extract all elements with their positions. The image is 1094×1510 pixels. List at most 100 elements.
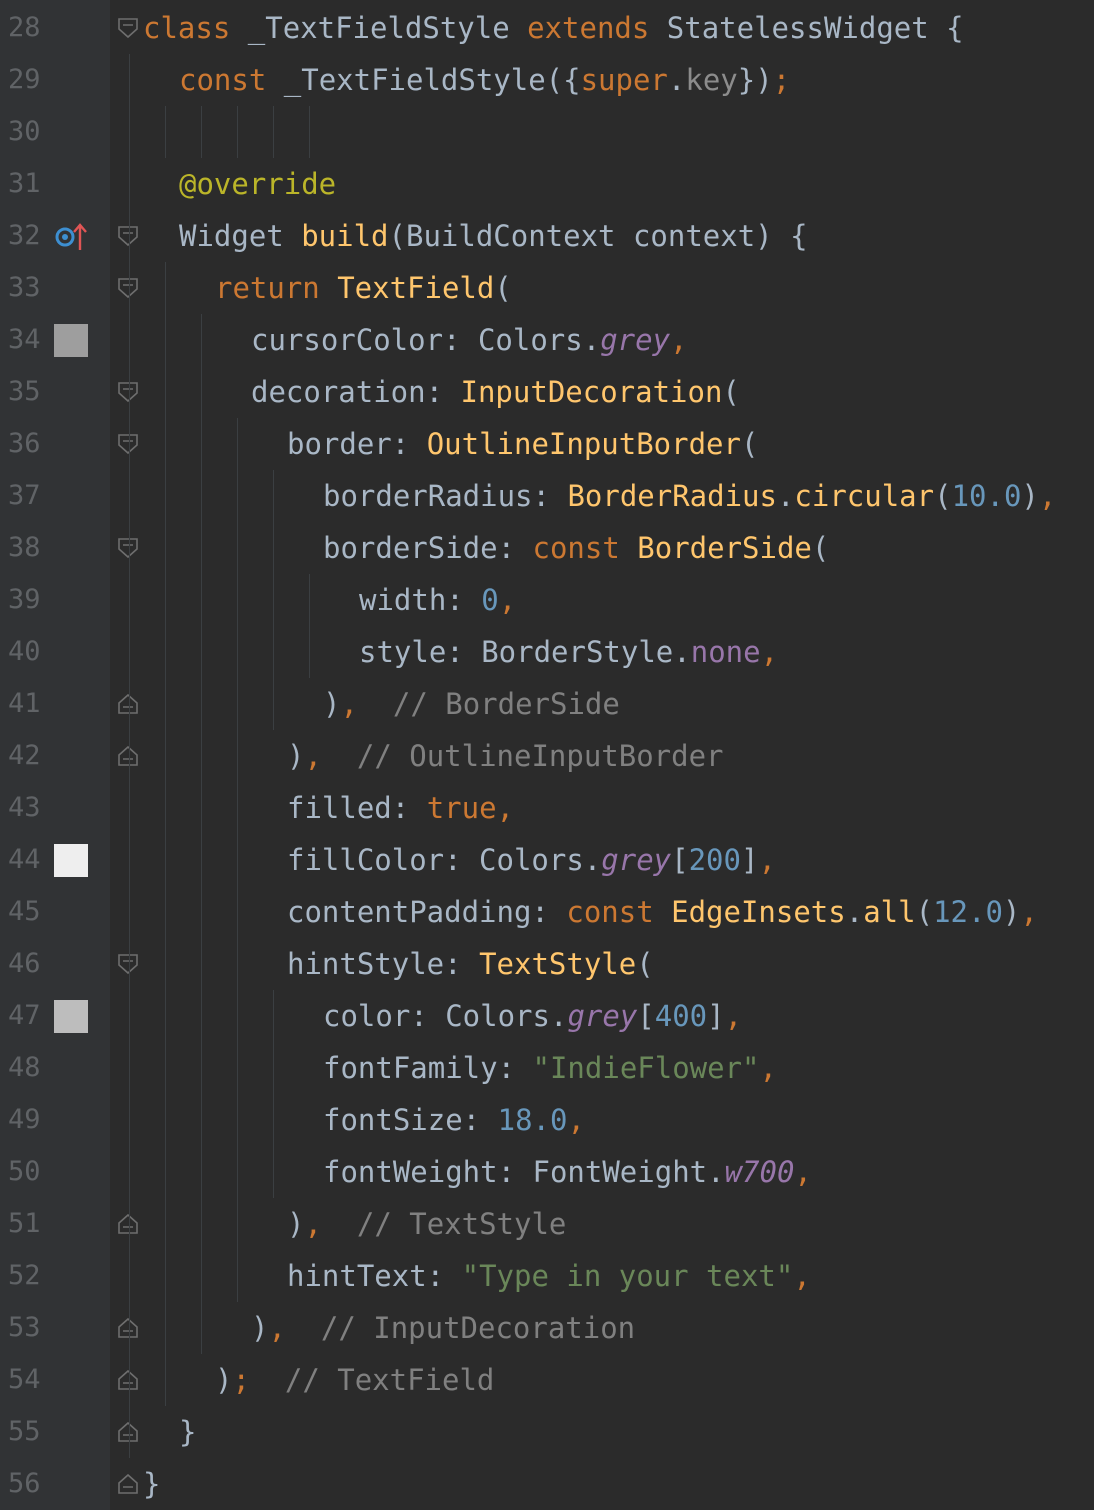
fold-collapse-icon[interactable] [117, 433, 139, 455]
fold-collapse-icon[interactable] [117, 277, 139, 299]
code-token: const [532, 531, 638, 565]
code-text[interactable]: } [179, 1406, 196, 1458]
code-text[interactable]: class _TextFieldStyle extends StatelessW… [143, 2, 964, 54]
fold-end-icon[interactable] [117, 693, 139, 715]
code-text[interactable]: width: 0, [359, 574, 516, 626]
code-token: 400 [654, 999, 708, 1033]
code-token: ) [1002, 895, 1021, 929]
code-line[interactable]: 55} [0, 1406, 1094, 1458]
code-text[interactable]: ), // TextStyle [287, 1198, 566, 1250]
code-token: ] [707, 999, 725, 1033]
code-text[interactable]: color: Colors.grey[400], [323, 990, 742, 1042]
code-editor[interactable]: 28 class _TextFieldStyle extends Stateles… [0, 0, 1094, 1510]
fold-end-icon[interactable] [117, 745, 139, 767]
code-text[interactable]: ); // TextField [215, 1354, 494, 1406]
code-token: . [845, 895, 864, 929]
code-text[interactable]: decoration: InputDecoration( [251, 366, 740, 418]
line-number: 50 [8, 1156, 41, 1187]
code-text[interactable]: contentPadding: const EdgeInsets.all(12.… [287, 886, 1038, 938]
code-token: contentPadding: [287, 895, 567, 929]
code-token: class [143, 11, 231, 45]
code-line[interactable]: 29 const _TextFieldStyle({super.key}); [0, 54, 1094, 106]
code-text[interactable]: ), // InputDecoration [251, 1302, 635, 1354]
code-text[interactable]: return TextField( [215, 262, 512, 314]
line-number: 55 [8, 1416, 41, 1447]
code-text[interactable]: ), // BorderSide [323, 678, 620, 730]
code-text[interactable]: fontWeight: FontWeight.w700, [323, 1146, 812, 1198]
fold-collapse-icon[interactable] [117, 17, 139, 39]
fold-collapse-icon[interactable] [117, 537, 139, 559]
code-token: ; [772, 63, 791, 97]
code-text[interactable]: hintStyle: TextStyle( [287, 938, 654, 990]
code-line[interactable]: 28 class _TextFieldStyle extends Stateles… [0, 2, 1094, 54]
indent-guide [129, 54, 130, 1458]
code-text[interactable]: cursorColor: Colors.grey, [251, 314, 688, 366]
fold-collapse-icon[interactable] [117, 225, 139, 247]
code-text[interactable]: fontSize: 18.0, [323, 1094, 585, 1146]
color-swatch-icon[interactable] [54, 1000, 88, 1033]
code-token: // TextField [249, 1363, 495, 1397]
code-token: ) [251, 1311, 269, 1345]
code-line[interactable]: 32 Widget build(BuildContext context) { [0, 210, 1094, 262]
code-token: , [567, 1103, 585, 1137]
line-number: 51 [8, 1208, 41, 1239]
code-token: ] [740, 843, 759, 877]
fold-end-icon[interactable] [117, 1473, 139, 1495]
code-text[interactable]: borderSide: const BorderSide( [323, 522, 829, 574]
code-text[interactable]: @override [179, 158, 336, 210]
code-text[interactable]: hintText: "Type in your text", [287, 1250, 811, 1302]
fold-collapse-icon[interactable] [117, 953, 139, 975]
color-swatch-icon[interactable] [54, 324, 88, 357]
code-token: "Type in your text" [461, 1259, 794, 1293]
code-token: , [794, 1155, 812, 1189]
line-number: 34 [8, 324, 41, 355]
code-token: fontWeight: FontWeight. [323, 1155, 725, 1189]
code-token: fontFamily: [323, 1051, 533, 1085]
code-token: ) [323, 687, 341, 721]
code-line[interactable]: 56} [0, 1458, 1094, 1510]
code-token: , [724, 999, 743, 1033]
code-token: } [143, 1467, 161, 1501]
code-token: cursorColor: Colors. [251, 323, 601, 357]
fold-end-icon[interactable] [117, 1421, 139, 1443]
code-text[interactable]: style: BorderStyle.none, [359, 626, 778, 678]
code-text[interactable]: border: OutlineInputBorder( [287, 418, 758, 470]
code-token: [ [637, 999, 655, 1033]
code-token: extends [527, 11, 650, 45]
line-number: 54 [8, 1364, 41, 1395]
code-token: w700 [724, 1155, 795, 1189]
code-line[interactable]: 31 @override [0, 158, 1094, 210]
code-text[interactable]: fontFamily: "IndieFlower", [323, 1042, 777, 1094]
code-token: , [268, 1311, 286, 1345]
code-token: , [340, 687, 358, 721]
color-swatch-icon[interactable] [54, 844, 88, 877]
line-number: 46 [8, 948, 41, 979]
code-token: // TextStyle [321, 1207, 567, 1241]
code-text[interactable]: borderRadius: BorderRadius.circular(10.0… [323, 470, 1056, 522]
code-text[interactable]: fillColor: Colors.grey[200], [287, 834, 776, 886]
code-token: // BorderSide [357, 687, 620, 721]
code-token: , [793, 1259, 811, 1293]
code-text[interactable]: Widget build(BuildContext context) { [179, 210, 808, 262]
code-token: super [580, 63, 668, 97]
fold-end-icon[interactable] [117, 1213, 139, 1235]
code-text[interactable]: } [143, 1458, 160, 1510]
code-text[interactable]: const _TextFieldStyle({super.key}); [179, 54, 790, 106]
override-method-icon[interactable] [54, 220, 88, 253]
code-text[interactable]: ), // OutlineInputBorder [287, 730, 724, 782]
code-token: BorderSide [637, 531, 812, 565]
line-number: 56 [8, 1468, 41, 1499]
line-number: 43 [8, 792, 41, 823]
fold-end-icon[interactable] [117, 1317, 139, 1339]
fold-end-icon[interactable] [117, 1369, 139, 1391]
code-token: ( [636, 947, 654, 981]
fold-collapse-icon[interactable] [117, 381, 139, 403]
code-token: _TextFieldStyle [230, 11, 528, 45]
code-token: circular [794, 479, 935, 513]
line-number: 48 [8, 1052, 41, 1083]
code-token: , [304, 1207, 322, 1241]
line-number: 42 [8, 740, 41, 771]
code-token: key [685, 63, 738, 97]
code-text[interactable]: filled: true, [287, 782, 514, 834]
line-number: 44 [8, 844, 41, 875]
